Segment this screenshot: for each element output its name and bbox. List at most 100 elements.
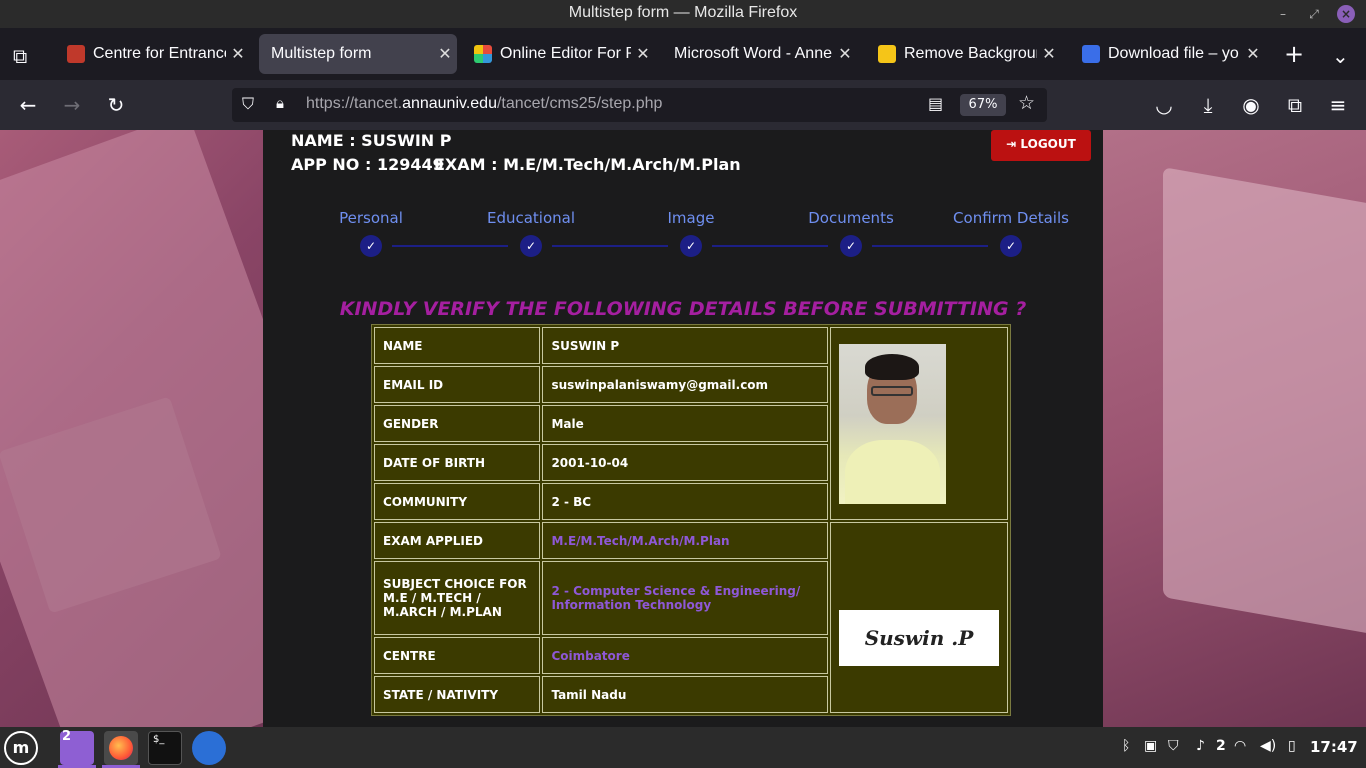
row-value: SUSWIN P xyxy=(542,327,828,364)
row-label: SUBJECT CHOICE FOR M.E / M.TECH / M.ARCH… xyxy=(374,561,541,635)
row-value: Male xyxy=(542,405,828,442)
row-label: COMMUNITY xyxy=(374,483,541,520)
tab-online-editor[interactable]: Online Editor For P ✕ xyxy=(462,34,655,74)
step-documents[interactable]: Documents xyxy=(771,209,931,227)
tab-bar: ⧉ Centre for Entrance ✕ Multistep form ✕… xyxy=(0,28,1366,80)
close-tab-icon[interactable]: ✕ xyxy=(226,44,250,64)
step-check-icon: ✓ xyxy=(360,235,382,257)
row-label: NAME xyxy=(374,327,541,364)
extensions-icon[interactable]: ⧉ xyxy=(1283,93,1307,117)
row-value: suswinpalaniswamy@gmail.com xyxy=(542,366,828,403)
step-connector xyxy=(712,245,828,247)
close-tab-icon[interactable]: ✕ xyxy=(631,44,655,64)
row-value: 2 - BC xyxy=(542,483,828,520)
exam-name: EXAM : M.E/M.Tech/M.Arch/M.Plan xyxy=(434,155,741,174)
step-check-icon: ✓ xyxy=(840,235,862,257)
remove-bg-favicon-icon xyxy=(878,45,896,63)
bookmark-star-icon[interactable]: ☆ xyxy=(1018,92,1035,114)
applicant-signature: Suswin .P xyxy=(838,609,999,666)
step-check-icon: ✓ xyxy=(1000,235,1022,257)
table-row: EXAM APPLIED M.E/M.Tech/M.Arch/M.Plan Su… xyxy=(374,522,1008,713)
reload-icon[interactable]: ↻ xyxy=(104,93,128,117)
background-book-image xyxy=(1103,130,1366,727)
applicant-photo xyxy=(838,343,946,504)
lock-icon[interactable]: 🔒︎ xyxy=(276,94,284,112)
tab-microsoft-word[interactable]: Microsoft Word - Anne ✕ xyxy=(662,34,857,74)
photo-cell xyxy=(829,327,1008,520)
logout-button[interactable]: ⇥ LOGOUT xyxy=(991,130,1091,161)
shield-icon[interactable]: ⛉ xyxy=(1168,738,1179,754)
close-tab-icon[interactable]: ✕ xyxy=(833,44,857,64)
editor-favicon-icon xyxy=(474,45,492,63)
tab-multistep-form[interactable]: Multistep form ✕ xyxy=(259,34,457,74)
step-confirm-details[interactable]: Confirm Details xyxy=(931,209,1091,227)
row-label: DATE OF BIRTH xyxy=(374,444,541,481)
clipboard-icon[interactable]: ▣ xyxy=(1144,738,1157,754)
row-label: EXAM APPLIED xyxy=(374,522,541,559)
menu-icon[interactable]: ≡ xyxy=(1326,93,1350,117)
close-tab-icon[interactable]: ✕ xyxy=(433,44,457,64)
details-table: NAME SUSWIN P EMAIL ID suswinpalaniswamy… xyxy=(371,324,1011,716)
restore-icon[interactable]: ⤢ xyxy=(1305,5,1323,23)
window-titlebar: Multistep form — Mozilla Firefox – ⤢ × xyxy=(0,0,1366,28)
url-bar[interactable]: ⛉ 🔒︎ https://tancet.annauniv.edu/tancet/… xyxy=(232,88,1047,122)
pocket-icon[interactable]: ◡ xyxy=(1152,93,1176,117)
bluetooth-icon[interactable]: ᛒ xyxy=(1122,738,1130,754)
taskbar: m 2 $_ ᛒ ▣ ⛉ ♪ 2 ◠ ◀) ▯ 17:47 xyxy=(0,727,1366,768)
clock[interactable]: 17:47 xyxy=(1310,738,1358,756)
zoom-level[interactable]: 67% xyxy=(960,94,1006,116)
account-icon[interactable]: ◉ xyxy=(1239,93,1263,117)
row-label: STATE / NATIVITY xyxy=(374,676,541,713)
step-check-icon: ✓ xyxy=(680,235,702,257)
tab-download-file[interactable]: Download file – yo ✕ xyxy=(1070,34,1265,74)
volume-icon[interactable]: ◀) xyxy=(1260,738,1276,754)
row-value: M.E/M.Tech/M.Arch/M.Plan xyxy=(542,522,828,559)
wifi-icon[interactable]: ◠ xyxy=(1234,738,1246,754)
tab-label: Microsoft Word - Anne xyxy=(674,45,832,62)
close-window-icon[interactable]: × xyxy=(1337,5,1355,23)
row-value: Tamil Nadu xyxy=(542,676,828,713)
step-connector xyxy=(872,245,988,247)
step-personal[interactable]: Personal xyxy=(291,209,451,227)
back-icon[interactable]: ← xyxy=(16,93,40,117)
mint-menu-icon[interactable]: m xyxy=(4,731,38,765)
tab-label: Multistep form xyxy=(271,45,372,62)
logout-icon: ⇥ xyxy=(1006,137,1021,151)
background-laptop-image xyxy=(0,130,393,727)
step-check-icon: ✓ xyxy=(520,235,542,257)
applicant-name: NAME : SUSWIN P xyxy=(291,131,452,150)
window-title: Multistep form — Mozilla Firefox xyxy=(568,4,798,21)
close-tab-icon[interactable]: ✕ xyxy=(1241,44,1265,64)
terminal-app-icon[interactable]: $_ xyxy=(148,731,182,765)
step-image[interactable]: Image xyxy=(611,209,771,227)
application-number: APP NO : 129449 xyxy=(291,155,444,174)
step-connector xyxy=(392,245,508,247)
notifications-count: 2 xyxy=(1216,738,1226,754)
battery-icon[interactable]: ▯ xyxy=(1288,738,1296,754)
chat-app-icon[interactable] xyxy=(192,731,226,765)
list-all-tabs-icon[interactable]: ⌄ xyxy=(1332,44,1349,68)
tab-label: Download file – yo xyxy=(1108,45,1239,62)
tab-remove-background[interactable]: Remove Background ✕ xyxy=(866,34,1061,74)
tab-overview-icon[interactable]: ⧉ xyxy=(13,44,27,68)
verify-heading: KINDLY VERIFY THE FOLLOWING DETAILS BEFO… xyxy=(339,298,1027,320)
files-window-count: 2 xyxy=(62,729,72,744)
files-app-icon[interactable]: 2 xyxy=(60,729,94,765)
downloads-icon[interactable]: ⤓ xyxy=(1196,93,1220,117)
close-tab-icon[interactable]: ✕ xyxy=(1037,44,1061,64)
tracking-protection-icon[interactable]: ⛉ xyxy=(242,94,254,114)
new-tab-icon[interactable]: + xyxy=(1284,40,1304,68)
tab-label: Online Editor For P xyxy=(500,45,631,62)
row-value: 2 - Computer Science & Engineering/ Info… xyxy=(542,561,828,635)
url-text[interactable]: https://tancet.annauniv.edu/tancet/cms25… xyxy=(306,95,662,113)
row-label: EMAIL ID xyxy=(374,366,541,403)
notifications-icon[interactable]: ♪ xyxy=(1196,738,1205,754)
reader-view-icon[interactable]: ▤ xyxy=(928,94,943,113)
step-educational[interactable]: Educational xyxy=(451,209,611,227)
table-row: NAME SUSWIN P xyxy=(374,327,1008,520)
anna-university-favicon-icon xyxy=(67,45,85,63)
firefox-app-icon[interactable] xyxy=(104,731,138,765)
minimize-icon[interactable]: – xyxy=(1274,5,1292,23)
tab-centre-for-entrance[interactable]: Centre for Entrance ✕ xyxy=(55,34,250,74)
forward-icon[interactable]: → xyxy=(60,93,84,117)
